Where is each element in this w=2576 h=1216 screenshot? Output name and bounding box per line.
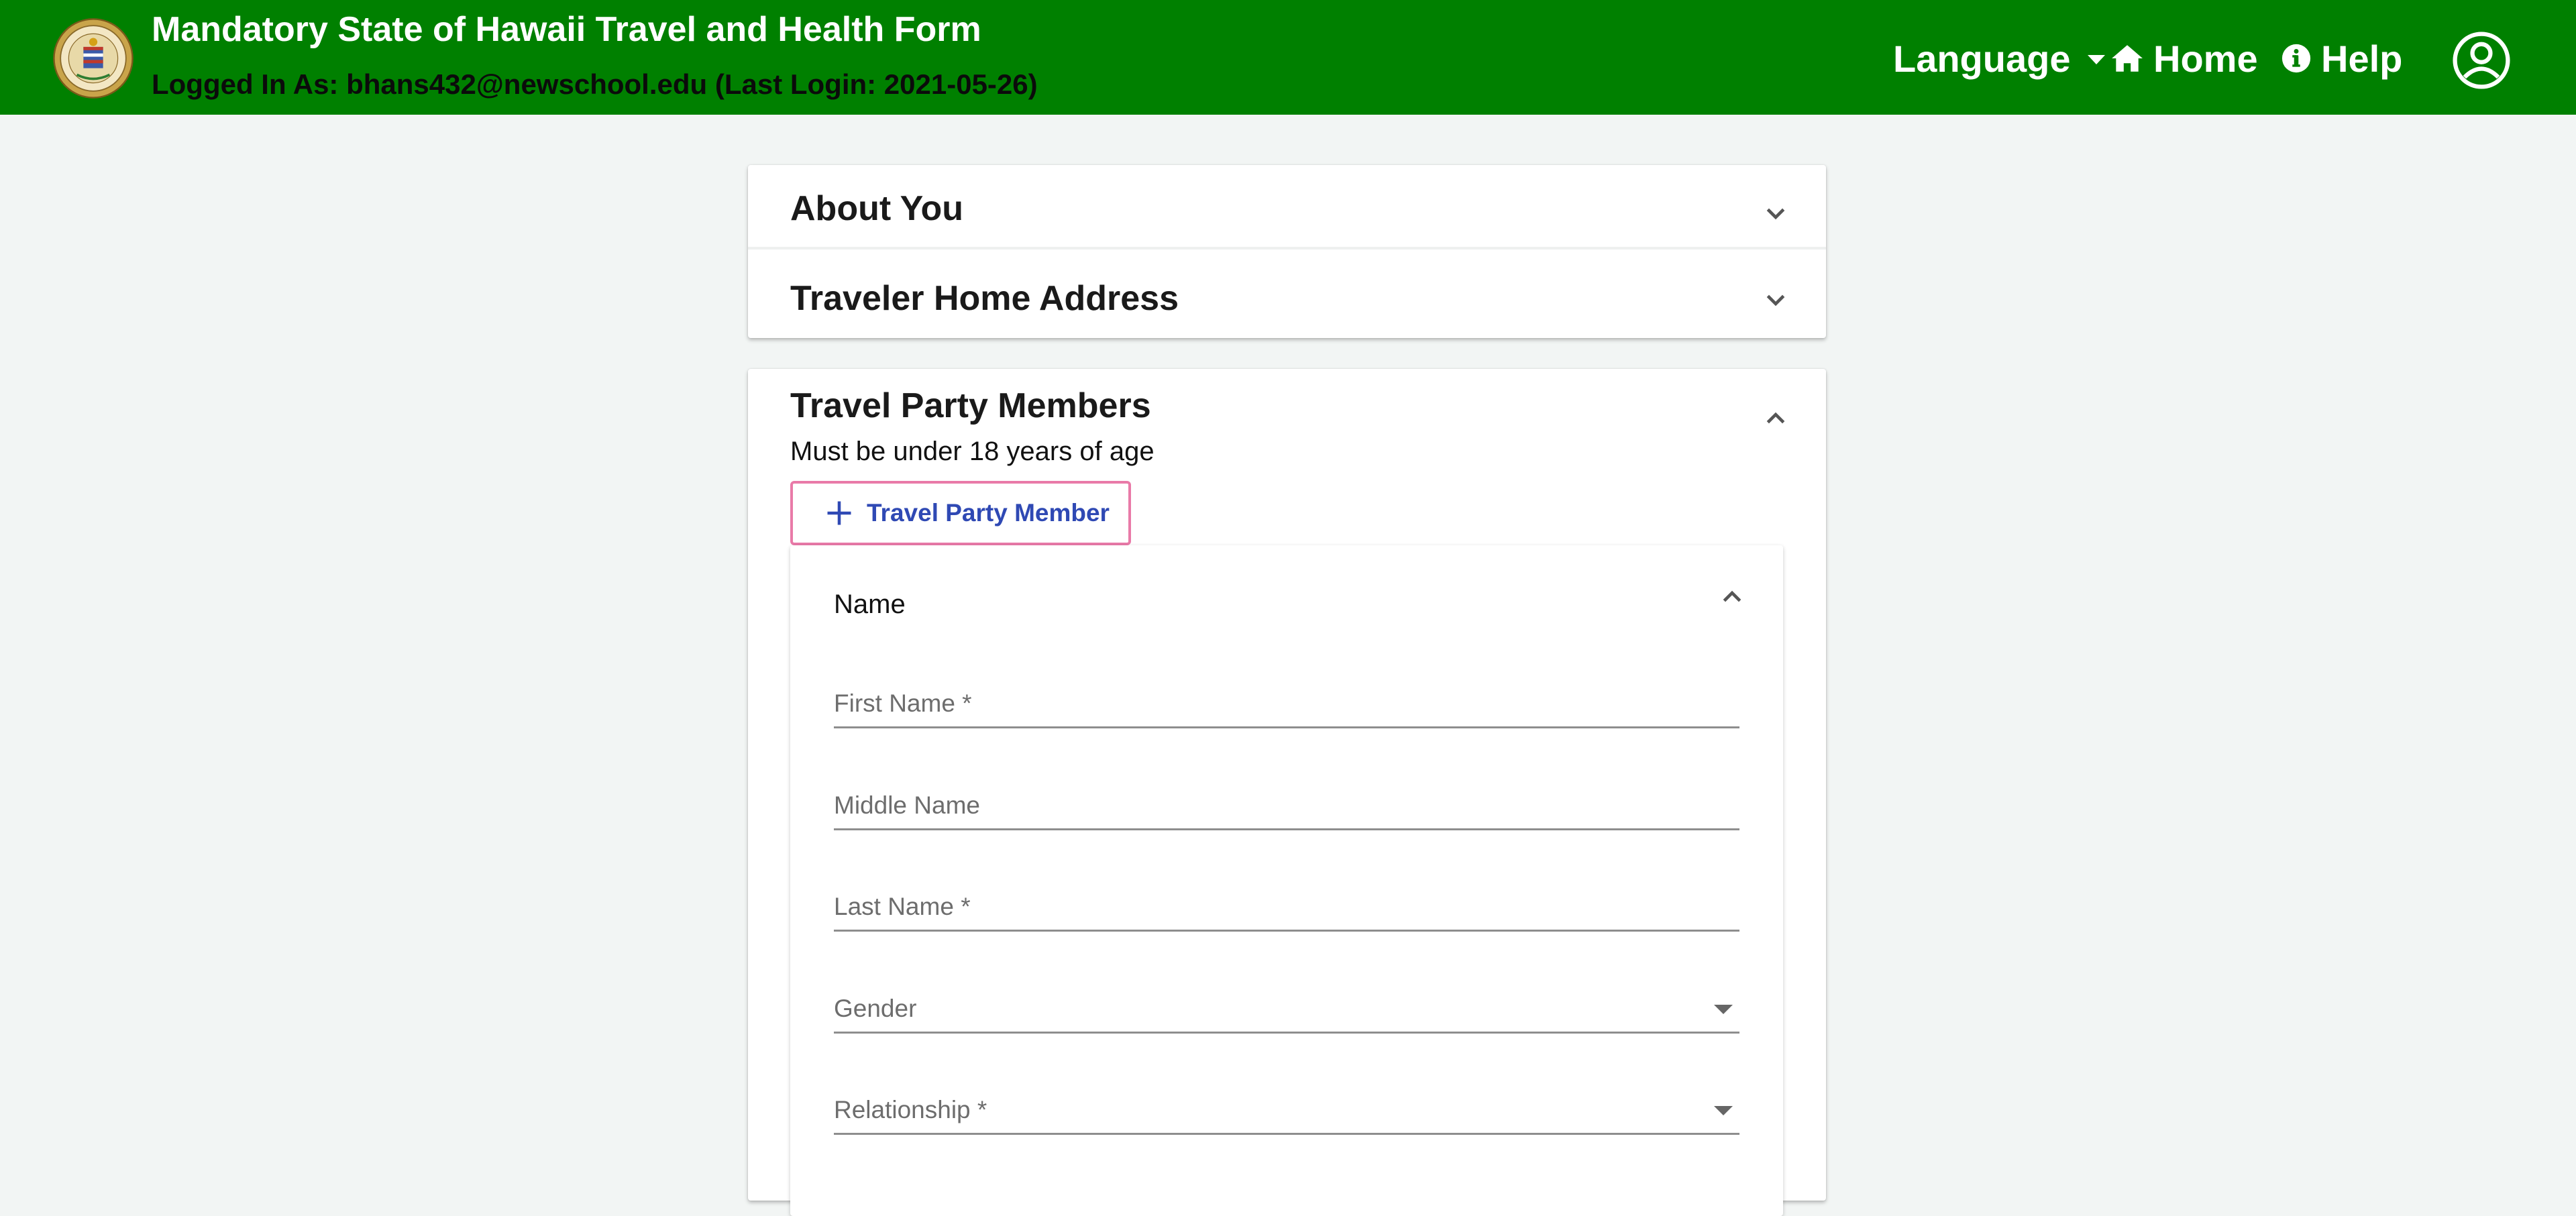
name-section-title: Name <box>834 590 906 619</box>
relationship-select[interactable]: Relationship * <box>834 1081 1739 1135</box>
travel-party-card: Travel Party Members Must be under 18 ye… <box>748 369 1826 1216</box>
gender-select[interactable]: Gender <box>834 980 1739 1034</box>
party-member-card: Name First Name * Middle Name Last Name … <box>790 545 1783 1216</box>
section-title: Traveler Home Address <box>790 279 1179 318</box>
plus-icon <box>827 501 851 525</box>
relationship-label: Relationship * <box>834 1096 987 1123</box>
home-label: Home <box>2153 37 2258 80</box>
last-name-field[interactable]: Last Name * <box>834 878 1739 932</box>
info-sections-card: About You Traveler Home Address <box>748 165 1826 338</box>
language-label: Language <box>1893 37 2071 80</box>
state-seal-icon <box>53 18 133 99</box>
dropdown-arrow-icon <box>1714 1106 1733 1115</box>
last-name-label: Last Name * <box>834 893 971 920</box>
add-button-label: Travel Party Member <box>867 499 1110 527</box>
middle-name-field[interactable]: Middle Name <box>834 777 1739 830</box>
app-title: Mandatory State of Hawaii Travel and Hea… <box>152 10 981 49</box>
first-name-field[interactable]: First Name * <box>834 675 1739 728</box>
help-label: Help <box>2321 37 2403 80</box>
info-icon <box>2282 44 2311 73</box>
home-link[interactable]: Home <box>2110 30 2258 87</box>
middle-name-label: Middle Name <box>834 791 980 819</box>
top-app-bar: Mandatory State of Hawaii Travel and Hea… <box>0 0 2576 115</box>
home-icon <box>2112 45 2143 72</box>
chevron-up-icon[interactable] <box>1719 583 1746 610</box>
travel-party-title: Travel Party Members <box>790 386 1151 425</box>
language-menu[interactable]: Language <box>1893 30 2106 87</box>
about-you-section-header[interactable]: About You <box>748 165 1826 250</box>
login-status: Logged In As: bhans432@newschool.edu (La… <box>152 68 1038 100</box>
chevron-down-icon <box>1766 294 1785 307</box>
section-title: About You <box>790 189 964 228</box>
user-circle-icon[interactable] <box>2453 32 2510 89</box>
caret-down-icon <box>2088 55 2106 64</box>
gender-label: Gender <box>834 995 917 1022</box>
dropdown-arrow-icon <box>1714 1005 1733 1014</box>
travel-party-subtitle: Must be under 18 years of age <box>790 437 1155 466</box>
first-name-label: First Name * <box>834 689 972 717</box>
add-travel-party-member-button[interactable]: Travel Party Member <box>790 481 1131 545</box>
traveler-home-address-section-header[interactable]: Traveler Home Address <box>748 252 1826 337</box>
help-link[interactable]: Help <box>2281 30 2402 87</box>
chevron-down-icon <box>1766 208 1785 220</box>
chevron-up-icon[interactable] <box>1762 404 1789 431</box>
